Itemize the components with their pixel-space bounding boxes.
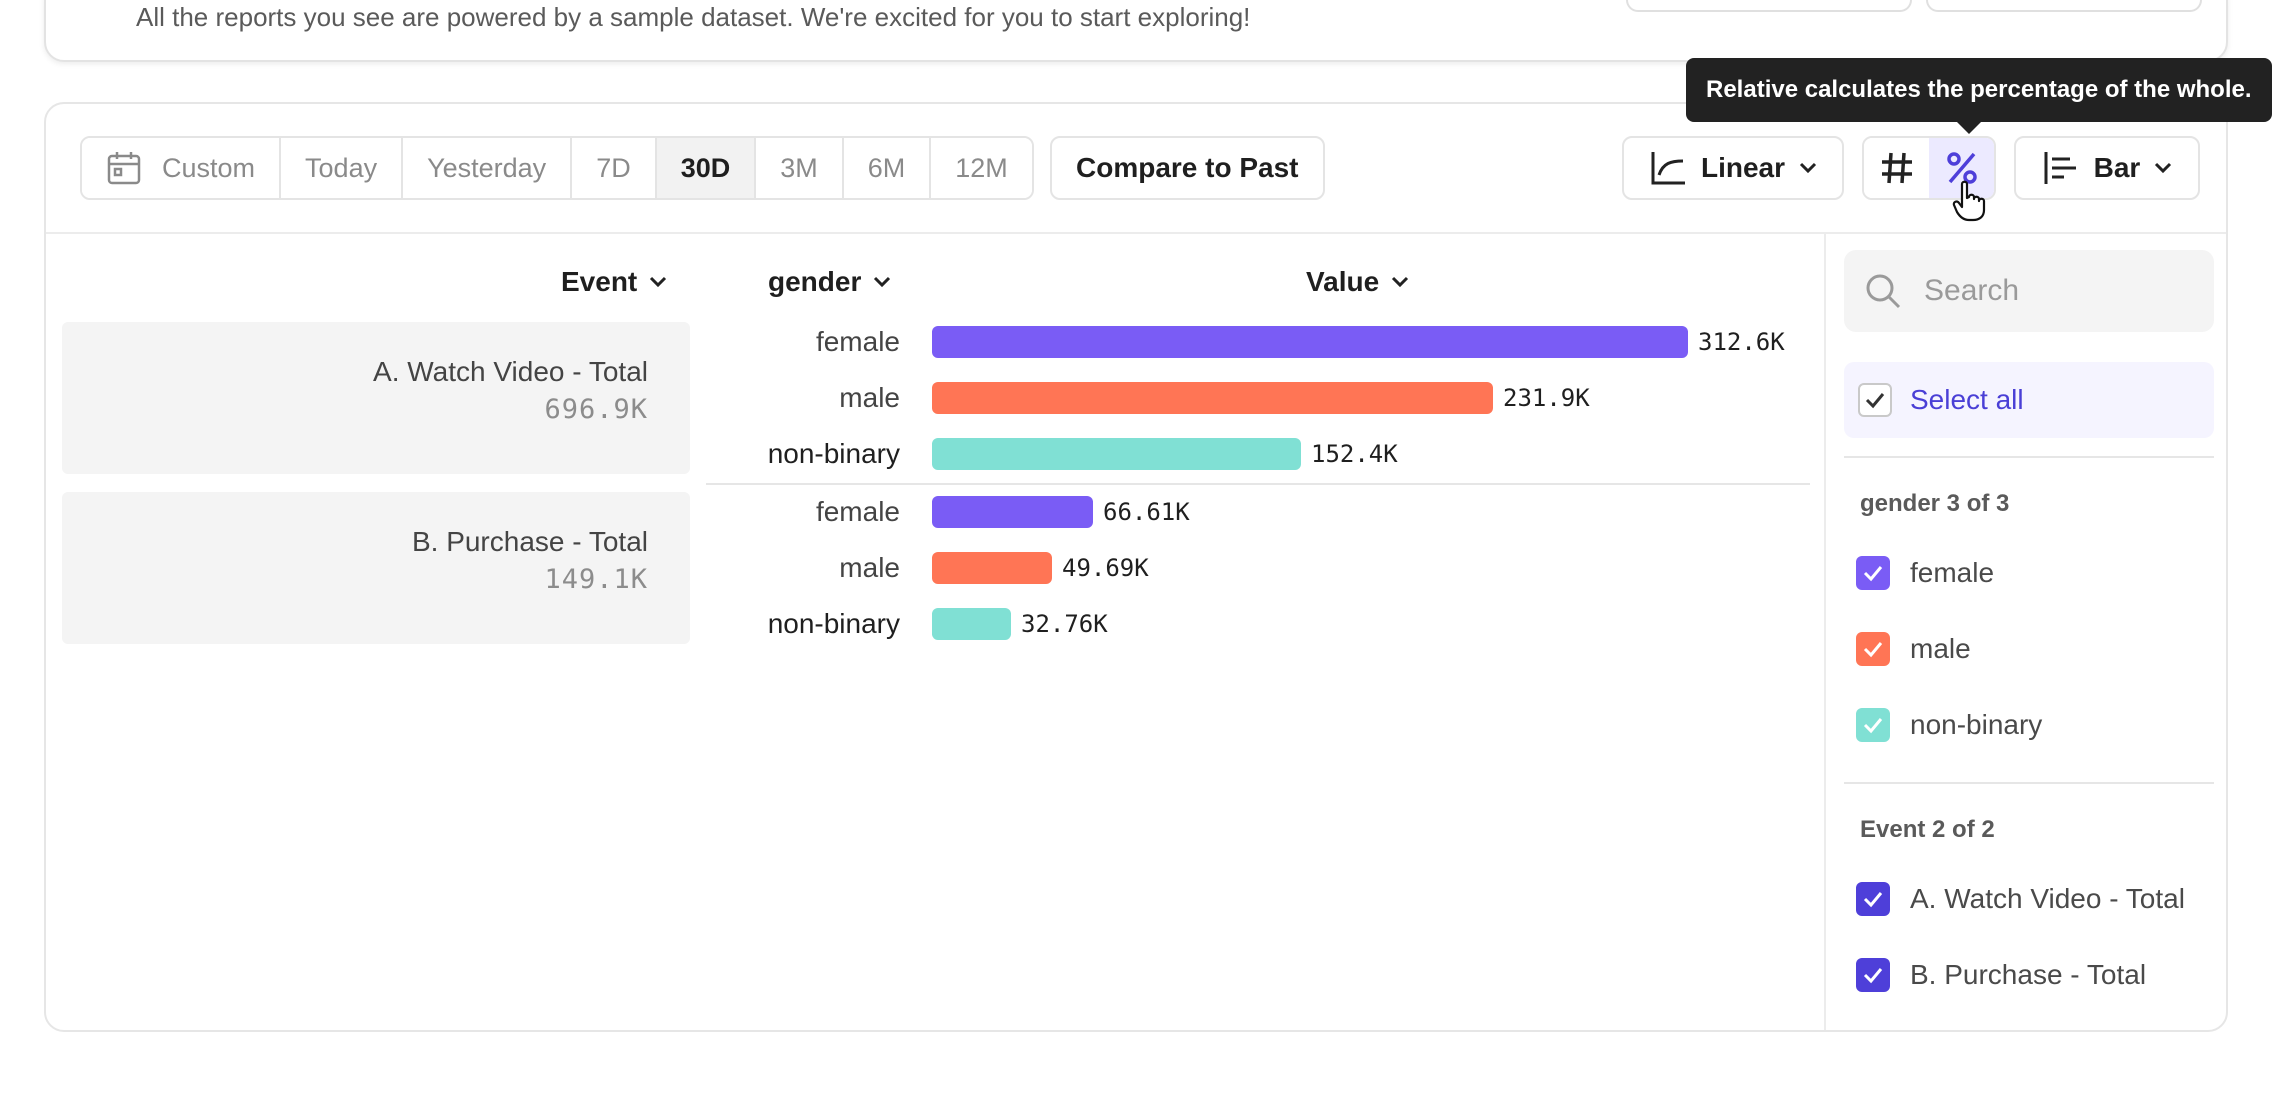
event-group-title: Event 2 of 2 [1860, 816, 1995, 843]
filter-item-label: A. Watch Video - Total [1910, 883, 2185, 914]
filter-item-label: male [1910, 633, 1971, 664]
bar-purchase-non-binary[interactable] [932, 608, 1011, 640]
calendar-icon [107, 152, 141, 185]
event-name: A. Watch Video - Total [373, 356, 648, 387]
check-icon [1863, 968, 1883, 984]
range-today-button[interactable]: Today [281, 138, 404, 198]
select-all-checkbox[interactable] [1858, 383, 1892, 417]
bar-chart-icon [2044, 152, 2076, 184]
gender-header-label: gender [768, 266, 862, 297]
range-3m-button[interactable]: 3M [756, 138, 844, 198]
select-all-option[interactable]: Select all [1844, 362, 2214, 438]
absolute-toggle[interactable] [1864, 138, 1929, 198]
bar-value-label: 66.61K [1103, 498, 1190, 526]
chart-type-label: Bar [2093, 152, 2141, 183]
filter-item-male[interactable]: male [1856, 632, 1971, 666]
checkbox-purchase[interactable] [1856, 958, 1890, 992]
check-icon [1863, 718, 1883, 734]
range-label: Custom [162, 152, 256, 183]
checkbox-watch-video[interactable] [1856, 882, 1890, 916]
filter-item-label: B. Purchase - Total [1910, 959, 2147, 990]
checkbox-male[interactable] [1856, 632, 1890, 666]
bar-purchase-male[interactable] [932, 552, 1052, 584]
search-icon [1866, 274, 1901, 309]
bar-value-label: 231.9K [1503, 384, 1590, 412]
bar-value-label: 32.76K [1021, 610, 1108, 638]
filter-item-label: female [1910, 557, 1995, 588]
group-divider [706, 483, 1810, 485]
chevron-down-icon [874, 276, 891, 288]
filter-panel: Select all gender 3 of 3 female male non… [1824, 234, 2226, 1030]
gender-label: female [815, 496, 900, 527]
check-icon [1863, 642, 1883, 658]
gender-label: male [839, 382, 900, 413]
toolbar: Custom Today Yesterday 7D 30D 3M 6M 12M … [46, 104, 2226, 234]
chevron-down-icon [2155, 162, 2172, 174]
event-name: B. Purchase - Total [411, 526, 648, 557]
chevron-down-icon [650, 276, 667, 288]
select-all-label: Select all [1910, 384, 2024, 415]
event-column-header[interactable]: Event [561, 266, 667, 298]
bar-watch-video-non-binary[interactable] [932, 438, 1301, 470]
bar-watch-video-male[interactable] [932, 382, 1493, 414]
gender-label: female [815, 326, 900, 357]
banner-text: All the reports you see are powered by a… [136, 2, 1251, 32]
filter-item-purchase[interactable]: B. Purchase - Total [1856, 958, 2146, 992]
value-column-header[interactable]: Value [1306, 266, 1409, 298]
gender-column-header[interactable]: gender [768, 266, 891, 298]
search-box [1844, 250, 2214, 332]
range-12m-button[interactable]: 12M [931, 138, 1032, 198]
panel-divider [1844, 456, 2214, 458]
chevron-down-icon [1392, 276, 1409, 288]
check-icon [1863, 892, 1883, 908]
bar-value-label: 312.6K [1698, 328, 1785, 356]
hand-cursor-icon [1952, 180, 1986, 222]
banner-button-2[interactable] [1926, 0, 2202, 12]
bar-value-label: 152.4K [1311, 440, 1398, 468]
gender-label: non-binary [767, 608, 900, 639]
chevron-down-icon [1799, 162, 1817, 174]
line-chart-icon [1651, 152, 1685, 185]
sample-data-banner: All the reports you see are powered by a… [44, 0, 2228, 62]
value-header-label: Value [1306, 266, 1380, 297]
filter-item-label: non-binary [1910, 709, 2043, 740]
check-icon [1865, 393, 1885, 409]
check-icon [1863, 566, 1883, 582]
search-input[interactable] [1924, 274, 2184, 308]
checkbox-female[interactable] [1856, 556, 1890, 590]
bar-purchase-female[interactable] [932, 496, 1093, 528]
event-total: 149.1K [544, 564, 648, 595]
range-6m-button[interactable]: 6M [843, 138, 932, 198]
filter-item-female[interactable]: female [1856, 556, 1994, 590]
event-row-watch-video: A. Watch Video - Total 696.9K [62, 322, 690, 474]
gender-label: male [839, 552, 900, 583]
gender-label: non-binary [767, 438, 900, 469]
event-total: 696.9K [544, 394, 648, 425]
bar-watch-video-female[interactable] [932, 326, 1688, 358]
date-range-group: Custom Today Yesterday 7D 30D 3M 6M 12M [80, 136, 1034, 200]
compare-to-past-button[interactable]: Compare to Past [1050, 136, 1325, 200]
checkbox-non-binary[interactable] [1856, 708, 1890, 742]
relative-tooltip: Relative calculates the percentage of th… [1686, 58, 2272, 134]
scale-label: Linear [1700, 152, 1786, 183]
event-header-label: Event [561, 266, 638, 297]
filter-item-non-binary[interactable]: non-binary [1856, 708, 2042, 742]
banner-button-1[interactable] [1626, 0, 1912, 12]
range-7d-button[interactable]: 7D [572, 138, 657, 198]
panel-divider [1844, 782, 2214, 784]
range-custom-button[interactable]: Custom [82, 138, 282, 198]
gender-group-title: gender 3 of 3 [1860, 490, 2010, 517]
filter-item-watch-video[interactable]: A. Watch Video - Total [1856, 882, 2185, 916]
bar-value-label: 49.69K [1062, 554, 1149, 582]
event-row-purchase: B. Purchase - Total 149.1K [62, 492, 690, 644]
chart-type-dropdown[interactable]: Bar [2014, 136, 2200, 200]
range-30d-button[interactable]: 30D [656, 138, 757, 198]
hash-icon [1881, 152, 1912, 184]
scale-dropdown[interactable]: Linear [1622, 136, 1844, 200]
range-yesterday-button[interactable]: Yesterday [403, 138, 573, 198]
